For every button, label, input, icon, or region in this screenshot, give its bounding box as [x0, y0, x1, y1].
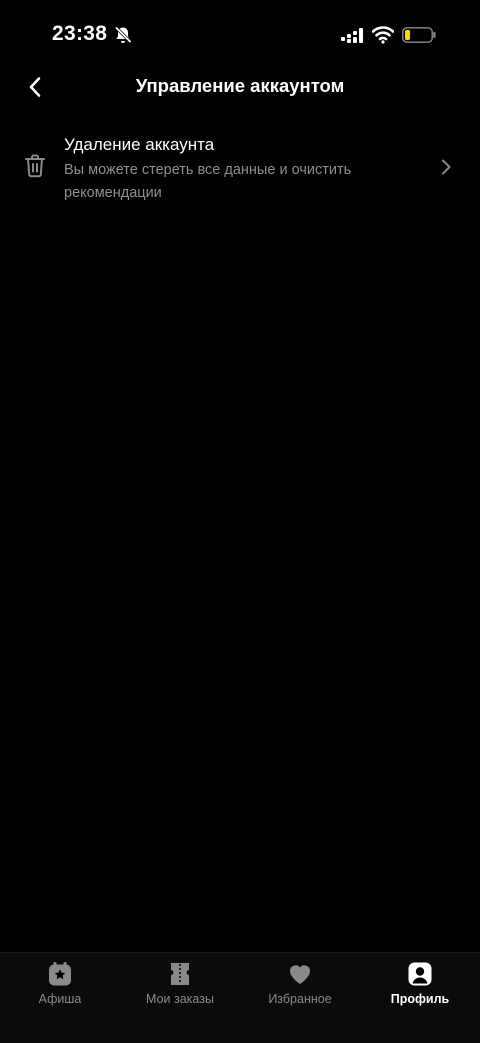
status-bar: 23:38 — [0, 0, 480, 70]
nav-label-profile: Профиль — [390, 992, 450, 1006]
nav-item-favorites[interactable]: Избранное — [240, 953, 360, 1023]
battery-low-icon — [402, 27, 436, 43]
status-time: 23:38 — [52, 22, 108, 45]
nav-label-favorites: Избранное — [268, 992, 332, 1006]
signal-icon — [341, 28, 363, 43]
row-title: Удаление аккаунта — [64, 135, 215, 154]
nav-item-afisha[interactable]: Афиша — [0, 953, 120, 1023]
nav-item-my-orders[interactable]: Мои заказы — [120, 953, 240, 1023]
header: Управление аккаунтом — [0, 66, 480, 106]
nav-item-profile[interactable]: Профиль — [360, 953, 480, 1023]
bell-off-icon — [114, 26, 132, 44]
profile-icon — [408, 962, 432, 986]
heart-icon — [290, 965, 310, 984]
screen: 23:38 Управление аккаунтом Удаление акка… — [0, 0, 480, 1043]
tickets-icon — [171, 963, 189, 985]
poster-star-icon — [49, 962, 71, 986]
page-title: Управление аккаунтом — [135, 75, 345, 96]
trash-icon — [25, 154, 45, 178]
row-description: Вы можете стереть все данные и очистить … — [64, 162, 352, 201]
bottom-nav: Афиша Мои заказы Избранное Профиль — [0, 952, 480, 1043]
wifi-icon — [372, 26, 394, 44]
nav-label-my-orders: Мои заказы — [146, 992, 214, 1006]
delete-account-row[interactable]: Удаление аккаунта Вы можете стереть все … — [0, 130, 480, 210]
nav-label-afisha: Афиша — [38, 992, 82, 1006]
chevron-right-icon — [442, 159, 451, 175]
